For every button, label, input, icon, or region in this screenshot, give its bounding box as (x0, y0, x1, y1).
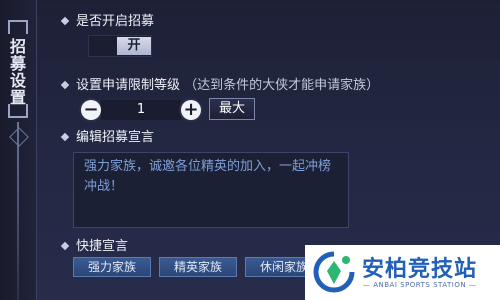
recruit-toggle-label: 是否开启招募 (76, 14, 155, 29)
sidebar-title-char: 募 (9, 54, 26, 73)
sidebar-title-char: 招 (9, 37, 26, 56)
level-value-field[interactable]: 1 (101, 100, 181, 120)
settings-sidebar: 招 募 设 置 (0, 0, 37, 300)
toggle-on-knob: 开 (117, 37, 151, 55)
level-limit-label: 设置申请限制等级 （达到条件的大侠才能申请家族） (76, 74, 379, 93)
watermark-title: 安柏竞技站 (362, 257, 478, 282)
diamond-ornament-icon (9, 127, 29, 147)
level-limit-title: 设置申请限制等级 (76, 78, 181, 93)
recruit-toggle[interactable]: 开 (88, 35, 152, 57)
sidebar-divider (17, 122, 19, 300)
declaration-textarea[interactable]: 强力家族，诚邀各位精英的加入，一起冲榜冲战！ (73, 152, 349, 228)
declaration-label: 编辑招募宣言 (76, 130, 155, 145)
watermark-subtitle: — ANBAI SPORTS STATION — (363, 281, 477, 289)
bullet-icon (60, 16, 70, 26)
increase-level-button[interactable]: + (181, 100, 201, 120)
decrease-level-button[interactable]: − (81, 100, 101, 120)
corner-ornament-top (8, 20, 28, 34)
bullet-icon (60, 132, 70, 142)
quick-declaration-label: 快捷宣言 (76, 239, 129, 254)
max-level-button[interactable]: 最大 (209, 98, 255, 120)
quick-button-strong[interactable]: 强力家族 (73, 257, 151, 277)
site-logo-icon (313, 251, 355, 293)
sidebar-title-char: 设 (9, 71, 26, 90)
bullet-icon (60, 241, 70, 251)
site-watermark: 安柏竞技站 — ANBAI SPORTS STATION — (305, 245, 500, 300)
corner-ornament-bottom (8, 104, 28, 118)
quick-button-elite[interactable]: 精英家族 (159, 257, 237, 277)
level-limit-hint: （达到条件的大侠才能申请家族） (184, 78, 380, 93)
bullet-icon (60, 80, 70, 90)
sidebar-title: 招 募 设 置 (9, 38, 27, 106)
